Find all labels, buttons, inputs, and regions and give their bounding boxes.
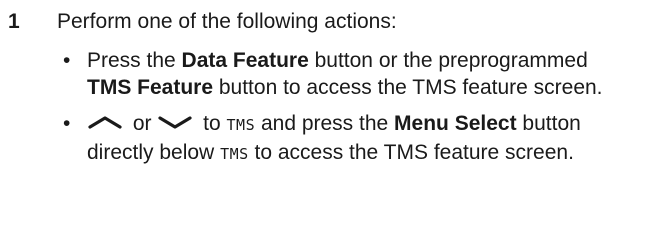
text-segment: button to access the TMS feature screen.: [213, 76, 603, 99]
list-item: • Press the Data Feature button or the p…: [57, 47, 637, 101]
text-segment: or: [127, 112, 158, 135]
bullet-marker: •: [63, 112, 71, 135]
tms-feature-button-label: TMS Feature: [87, 76, 214, 99]
text-segment: Press the: [87, 49, 182, 72]
data-feature-button-label: Data Feature: [181, 49, 309, 72]
step-number: 1: [8, 10, 20, 33]
bullet-marker: •: [63, 49, 71, 72]
display-text-tms: TMS: [220, 145, 249, 163]
list-item: • or to TMS and press the Menu Select bu…: [57, 110, 637, 168]
down-arrow-icon: [157, 114, 193, 130]
text-segment: and press the: [255, 112, 395, 135]
text-segment: to: [197, 112, 227, 135]
up-arrow-icon: [87, 114, 123, 130]
text-segment: button or the preprogrammed: [308, 49, 588, 72]
display-text-tms: TMS: [226, 116, 256, 134]
text-segment: to access the TMS feature screen.: [248, 141, 574, 164]
step-instruction: Perform one of the following actions:: [57, 10, 397, 33]
action-list: • Press the Data Feature button or the p…: [57, 47, 637, 177]
menu-select-button-label: Menu Select: [394, 112, 517, 135]
